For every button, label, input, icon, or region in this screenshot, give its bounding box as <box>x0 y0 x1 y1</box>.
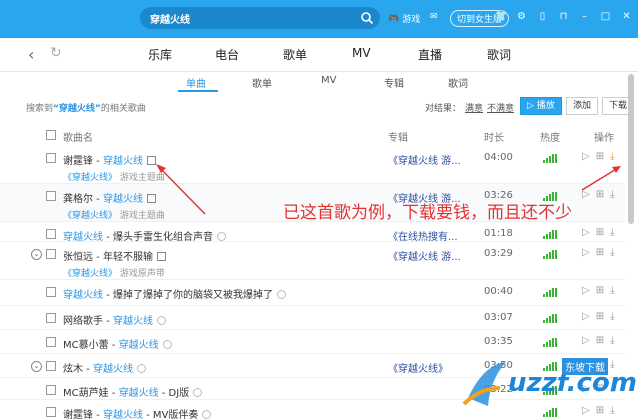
watermark-logo: uzzf.com 东坡下载 <box>458 358 637 414</box>
arrow-right-head <box>612 166 621 173</box>
arrow-left <box>157 165 206 215</box>
arrow-right <box>581 167 619 191</box>
annotation-text: 已这首歌为例，下载要钱，而且还不少 <box>283 203 572 223</box>
watermark-cn: 东坡下载 <box>562 358 608 375</box>
watermark-swoosh-icon <box>462 362 506 406</box>
